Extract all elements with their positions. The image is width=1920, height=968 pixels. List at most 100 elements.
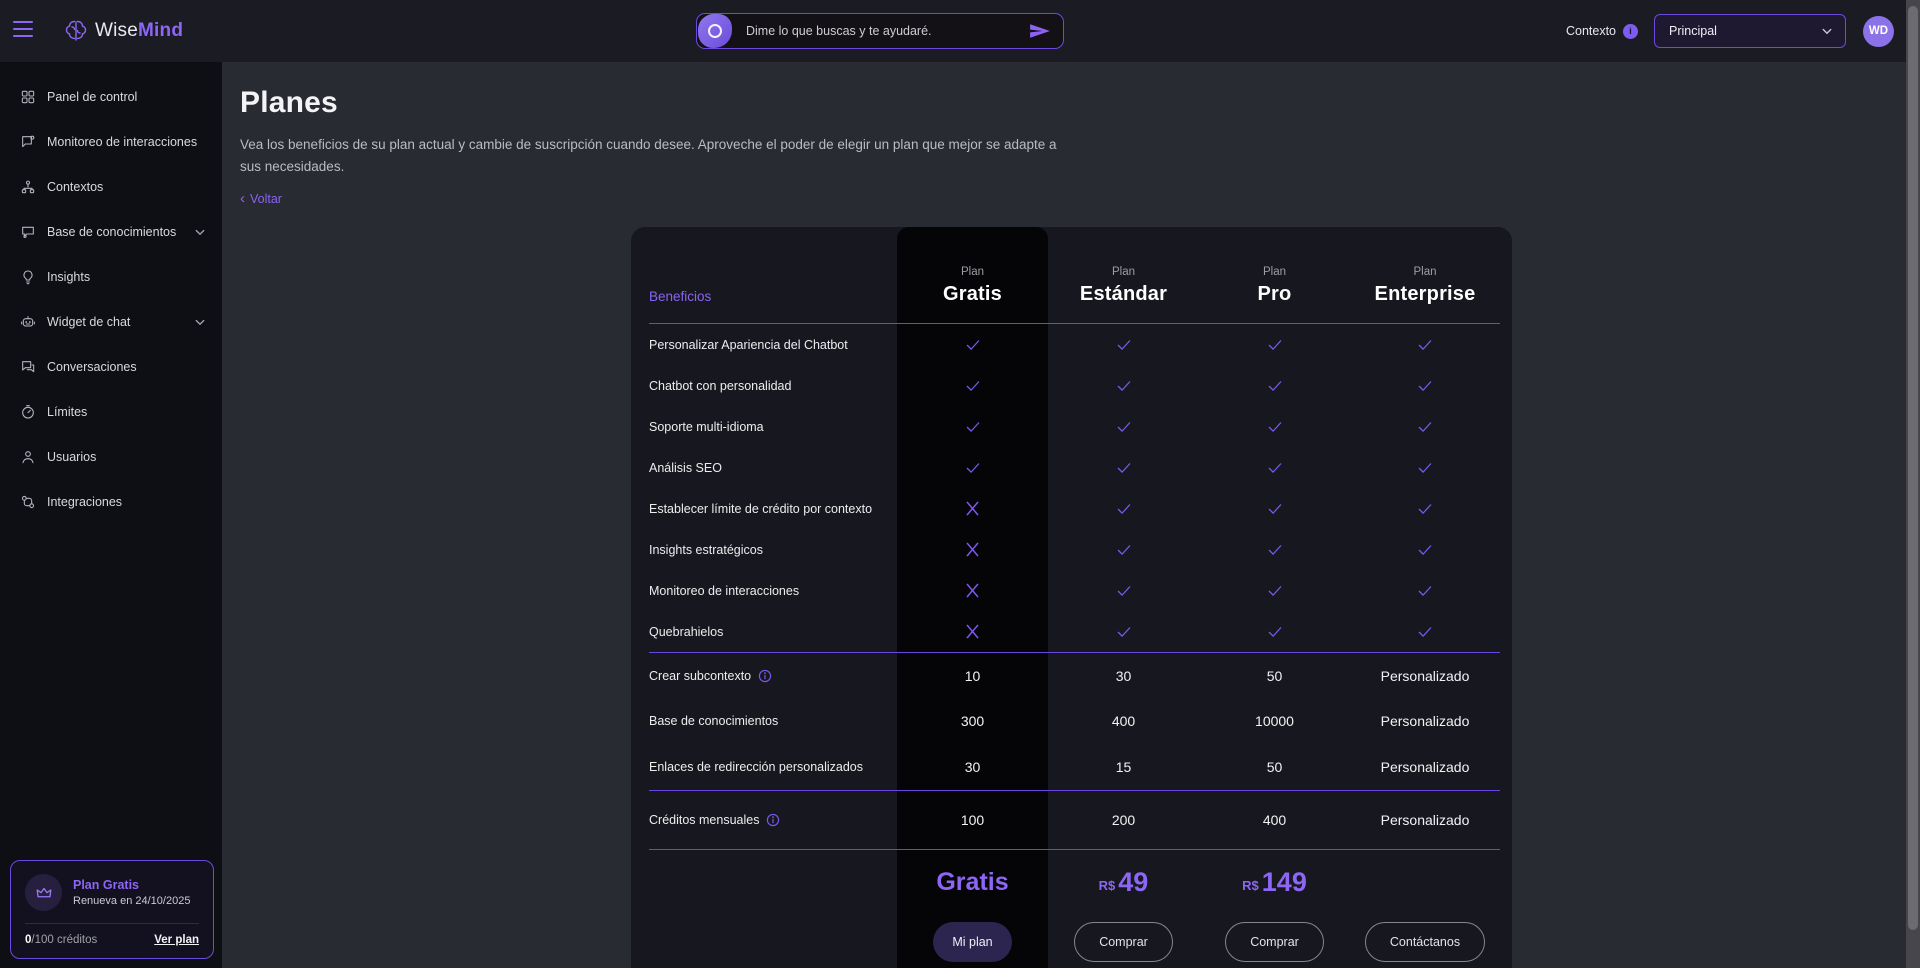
chevron-down-icon xyxy=(1821,25,1833,37)
divider xyxy=(25,923,199,924)
check-icon xyxy=(1350,582,1500,600)
app-title: WiseMind xyxy=(95,20,183,42)
x-icon xyxy=(897,541,1048,558)
vertical-scrollbar[interactable] xyxy=(1906,0,1920,968)
price-row: GratisR$49R$149 xyxy=(649,850,1500,916)
plans-table: BeneficiosPlanGratisPlanEstándarPlanProP… xyxy=(649,227,1500,968)
plan-buttons-row: Mi plan Comprar Comprar Contáctanos xyxy=(649,916,1500,968)
assistant-orb-icon xyxy=(698,14,732,48)
table-row: Establecer límite de crédito por context… xyxy=(649,488,1500,529)
gauge-icon xyxy=(19,403,36,420)
plan-label: Plan xyxy=(897,266,1048,278)
price-value: R$49 xyxy=(1099,867,1149,898)
limit-value: 50 xyxy=(1199,759,1350,775)
table-row: Soporte multi-idioma xyxy=(649,406,1500,447)
limit-value: 10 xyxy=(897,668,1048,684)
wisemind-logo-icon xyxy=(64,19,88,43)
price-gratis: Gratis xyxy=(897,868,1048,897)
feature-label: Análisis SEO xyxy=(649,461,897,475)
sidebar-item-label: Conversaciones xyxy=(47,360,206,374)
benefits-header: Beneficios xyxy=(649,289,897,306)
check-icon xyxy=(1048,418,1199,436)
check-icon xyxy=(1048,500,1199,518)
plan-label: Plan xyxy=(1199,266,1350,278)
assistant-search-bar[interactable] xyxy=(696,13,1064,49)
contactanos-button[interactable]: Contáctanos xyxy=(1365,922,1485,962)
sidebar-item-label: Integraciones xyxy=(47,495,206,509)
search-input[interactable] xyxy=(732,24,1025,38)
avatar[interactable]: WD xyxy=(1863,16,1894,47)
sidebar-nav: Panel de control Monitoreo de interaccion… xyxy=(0,62,222,524)
context-selector[interactable]: Principal xyxy=(1654,14,1846,48)
sidebar-item-integraciones[interactable]: Integraciones xyxy=(0,479,222,524)
plan-summary-card: Plan Gratis Renueva en 24/10/2025 0/100 … xyxy=(10,860,214,959)
check-icon xyxy=(1199,418,1350,436)
limit-value: 30 xyxy=(1048,668,1199,684)
sidebar-item-limites[interactable]: Límites xyxy=(0,389,222,434)
limit-value: 100 xyxy=(897,812,1048,828)
check-icon xyxy=(1350,541,1500,559)
sidebar-item-widget-de-chat[interactable]: Widget de chat xyxy=(0,299,222,344)
sidebar-item-base-de-conocimientos[interactable]: Base de conocimientos xyxy=(0,209,222,254)
scrollbar-thumb[interactable] xyxy=(1908,6,1918,930)
sidebar-item-label: Límites xyxy=(47,405,206,419)
send-icon[interactable] xyxy=(1025,22,1063,40)
sidebar-item-monitoreo-de-interacciones[interactable]: Monitoreo de interacciones xyxy=(0,119,222,164)
knowledge-base-icon xyxy=(19,223,36,240)
check-icon xyxy=(1199,541,1350,559)
context-label: Contexto xyxy=(1566,24,1616,38)
sidebar-item-label: Panel de control xyxy=(47,90,206,104)
check-icon xyxy=(1199,623,1350,641)
feature-label: Insights estratégicos xyxy=(649,543,897,557)
x-icon xyxy=(897,582,1048,599)
check-icon xyxy=(1048,623,1199,641)
check-icon xyxy=(1048,336,1199,354)
check-icon xyxy=(897,377,1048,395)
plan-renewal-date: Renueva en 24/10/2025 xyxy=(73,895,190,907)
sidebar-item-panel-de-control[interactable]: Panel de control xyxy=(0,74,222,119)
sidebar-item-label: Usuarios xyxy=(47,450,206,464)
table-row: Monitoreo de interacciones xyxy=(649,570,1500,611)
price-pro: R$149 xyxy=(1199,867,1350,898)
chevron-down-icon xyxy=(194,226,206,238)
currency-label: R$ xyxy=(1242,878,1259,893)
plan-name-gratis: Gratis xyxy=(897,283,1048,306)
plan-label: Plan xyxy=(1350,266,1500,278)
info-icon[interactable] xyxy=(766,813,780,827)
check-icon xyxy=(1199,500,1350,518)
crown-icon xyxy=(25,874,62,911)
sidebar-item-conversaciones[interactable]: Conversaciones xyxy=(0,344,222,389)
table-row: Chatbot con personalidad xyxy=(649,365,1500,406)
check-icon xyxy=(897,336,1048,354)
limit-label: Base de conocimientos xyxy=(649,714,897,728)
limit-value: 400 xyxy=(1048,713,1199,729)
limit-label: Enlaces de redirección personalizados xyxy=(649,760,897,774)
limit-value: Personalizado xyxy=(1350,812,1500,828)
price-amount: 149 xyxy=(1262,867,1307,898)
info-icon[interactable]: i xyxy=(1623,24,1638,39)
info-icon[interactable] xyxy=(758,669,772,683)
plans-header-row: BeneficiosPlanGratisPlanEstándarPlanProP… xyxy=(649,227,1500,323)
limit-value: Personalizado xyxy=(1350,668,1500,684)
currency-label: R$ xyxy=(1099,878,1116,893)
sidebar-item-contextos[interactable]: Contextos xyxy=(0,164,222,209)
check-icon xyxy=(1199,336,1350,354)
check-icon xyxy=(1199,582,1350,600)
comprar-button[interactable]: Comprar xyxy=(1225,922,1324,962)
plan-column-header-gratis: Plan Gratis xyxy=(897,266,1048,306)
comprar-button[interactable]: Comprar xyxy=(1074,922,1173,962)
limit-value: 30 xyxy=(897,759,1048,775)
sidebar-item-usuarios[interactable]: Usuarios xyxy=(0,434,222,479)
table-row: Insights estratégicos xyxy=(649,529,1500,570)
menu-icon[interactable] xyxy=(13,21,33,37)
feature-label: Monitoreo de interacciones xyxy=(649,584,897,598)
page-title: Planes xyxy=(240,86,338,120)
voltar-back-link[interactable]: ‹ Voltar xyxy=(240,191,282,206)
table-row: Análisis SEO xyxy=(649,447,1500,488)
conversations-icon xyxy=(19,358,36,375)
sidebar-item-insights[interactable]: Insights xyxy=(0,254,222,299)
ver-plan-link[interactable]: Ver plan xyxy=(154,934,199,946)
check-icon xyxy=(1199,459,1350,477)
mi-plan-button[interactable]: Mi plan xyxy=(933,922,1011,962)
plan-name-enterprise: Enterprise xyxy=(1350,283,1500,306)
